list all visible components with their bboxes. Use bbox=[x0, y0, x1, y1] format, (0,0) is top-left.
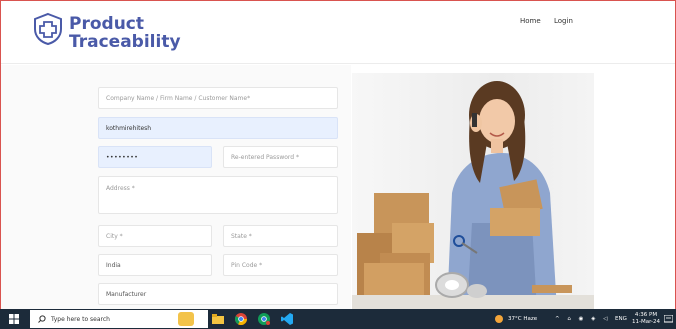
vscode-icon[interactable] bbox=[281, 309, 293, 329]
registration-form: Company Name / Firm Name / Customer Name… bbox=[1, 65, 351, 309]
nav-login-link[interactable]: Login bbox=[554, 17, 573, 25]
notification-icon[interactable] bbox=[664, 309, 673, 329]
sun-haze-icon bbox=[495, 315, 503, 323]
pincode-input[interactable]: Pin Code * bbox=[223, 254, 338, 276]
shield-cross-icon bbox=[34, 12, 62, 46]
woman-with-boxes-illustration bbox=[352, 81, 594, 309]
country-input[interactable]: India bbox=[98, 254, 212, 276]
search-highlight-icon bbox=[178, 312, 194, 326]
language-indicator[interactable]: ENG bbox=[615, 309, 627, 329]
search-placeholder: Type here to search bbox=[51, 315, 110, 323]
brand-name: Product Traceability bbox=[69, 15, 209, 51]
reenter-password-input[interactable]: Re-entered Password * bbox=[223, 146, 338, 168]
clock-date: 11-Mar-24 bbox=[632, 319, 660, 325]
password-input[interactable]: •••••••• bbox=[98, 146, 212, 168]
windows-logo-icon bbox=[9, 314, 19, 324]
brand-line-2: Traceability bbox=[69, 32, 181, 52]
windows-taskbar: Type here to search 37°C Haze ^ ⌂ ◉ ◈ ◁ … bbox=[0, 309, 676, 329]
state-input[interactable]: State * bbox=[223, 225, 338, 247]
clock[interactable]: 4:36 PM 11-Mar-24 bbox=[632, 309, 660, 329]
brand-line-1: Product bbox=[69, 14, 144, 34]
search-icon bbox=[38, 315, 46, 323]
taskbar-search-input[interactable]: Type here to search bbox=[30, 310, 208, 328]
city-input[interactable]: City * bbox=[98, 225, 212, 247]
file-explorer-icon[interactable] bbox=[212, 309, 224, 329]
role-select[interactable]: Manufacturer bbox=[98, 283, 338, 305]
company-name-input[interactable]: Company Name / Firm Name / Customer Name… bbox=[98, 87, 338, 109]
address-textarea[interactable]: Address * bbox=[98, 176, 338, 214]
browser-page: Product Traceability Home Login Company … bbox=[0, 0, 676, 309]
chrome-profile-icon[interactable] bbox=[258, 309, 270, 329]
weather-text: 37°C Haze bbox=[508, 316, 538, 322]
hero-photo bbox=[352, 73, 594, 309]
system-tray-icons[interactable]: ^ ⌂ ◉ ◈ ◁ bbox=[555, 309, 610, 329]
username-input[interactable]: kothmirehitesh bbox=[98, 117, 338, 139]
chrome-icon[interactable] bbox=[235, 309, 247, 329]
weather-widget[interactable]: 37°C Haze bbox=[494, 309, 537, 329]
clock-time: 4:36 PM bbox=[634, 312, 658, 318]
tray-glyphs: ^ ⌂ ◉ ◈ ◁ bbox=[555, 316, 611, 322]
site-header: Product Traceability Home Login bbox=[1, 1, 675, 64]
language-text: ENG bbox=[615, 316, 627, 322]
nav-home-link[interactable]: Home bbox=[520, 17, 541, 25]
start-button[interactable] bbox=[9, 309, 19, 329]
